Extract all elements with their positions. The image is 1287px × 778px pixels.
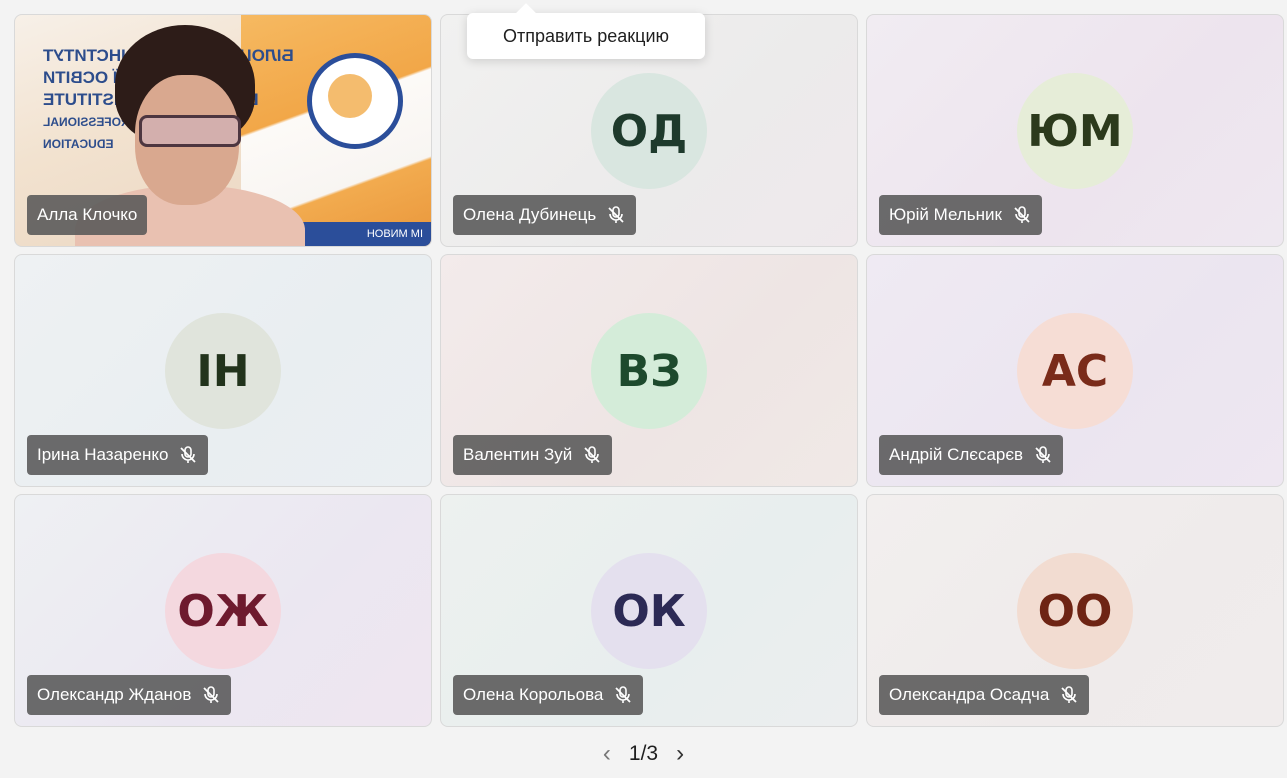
participant-name-tag: Олена Дубинець xyxy=(453,195,637,235)
participant-name: Олена Корольова xyxy=(463,685,604,704)
banner-bottom: НОВИМ МІ xyxy=(283,222,431,246)
participant-name: Олена Дубинець xyxy=(463,205,597,224)
avatar: ОО xyxy=(1017,553,1133,669)
mic-muted-icon xyxy=(1014,206,1030,223)
avatar: ІН xyxy=(165,313,281,429)
participant-tile[interactable]: АС Андрій Слєсарєв xyxy=(866,254,1284,487)
participant-tile[interactable]: ОЖ Олександр Жданов xyxy=(14,494,432,727)
mic-muted-icon xyxy=(1035,446,1051,463)
participant-tile[interactable]: ВЗ Валентин Зуй xyxy=(440,254,858,487)
avatar: ЮМ xyxy=(1017,73,1133,189)
participant-tile-video[interactable]: БІЛОЦЕРКІВСЬКИЙ ІНСТИТУТ НЕПЕРЕРВНОЇ ОСВ… xyxy=(14,14,432,247)
person-glasses xyxy=(139,115,241,147)
participant-name: Олександр Жданов xyxy=(37,685,192,704)
participant-name: Андрій Слєсарєв xyxy=(889,445,1024,464)
avatar: АС xyxy=(1017,313,1133,429)
participant-tile[interactable]: ОК Олена Корольова xyxy=(440,494,858,727)
participant-tile[interactable]: ОО Олександра Осадча xyxy=(866,494,1284,727)
participant-grid: БІЛОЦЕРКІВСЬКИЙ ІНСТИТУТ НЕПЕРЕРВНОЇ ОСВ… xyxy=(14,14,1284,727)
participant-name-tag: Юрій Мельник xyxy=(879,195,1042,235)
mic-muted-icon xyxy=(203,686,220,703)
participant-name-tag: Олександра Осадча xyxy=(879,675,1090,715)
avatar: ВЗ xyxy=(591,313,707,429)
send-reaction-tooltip: Отправить реакцию xyxy=(467,13,705,59)
participant-name-tag: Алла Клочко xyxy=(27,195,148,235)
participant-name-tag: Олександр Жданов xyxy=(27,675,232,715)
mic-muted-icon xyxy=(1061,686,1077,703)
avatar: ОД xyxy=(591,73,707,189)
participant-name-tag: Ірина Назаренко xyxy=(27,435,209,475)
mic-muted-icon xyxy=(608,206,624,223)
next-page-button[interactable]: › xyxy=(676,740,684,768)
avatar: ОЖ xyxy=(165,553,281,669)
participant-name-tag: Валентин Зуй xyxy=(453,435,613,475)
avatar: ОК xyxy=(591,553,707,669)
mic-muted-icon xyxy=(180,446,197,463)
participant-name: Алла Клочко xyxy=(37,205,138,224)
participant-name-tag: Андрій Слєсарєв xyxy=(879,435,1064,475)
participant-name-tag: Олена Корольова xyxy=(453,675,644,715)
participant-tile[interactable]: ЮМ Юрій Мельник xyxy=(866,14,1284,247)
prev-page-button[interactable]: ‹ xyxy=(603,740,611,768)
participant-name: Юрій Мельник xyxy=(889,205,1002,224)
participant-name: Валентин Зуй xyxy=(463,445,573,464)
participant-tile[interactable]: ІН Ірина Назаренко xyxy=(14,254,432,487)
participant-name: Ірина Назаренко xyxy=(37,445,169,464)
mic-muted-icon xyxy=(615,686,632,703)
mic-muted-icon xyxy=(584,446,600,463)
institute-logo xyxy=(307,53,403,149)
page-indicator: 1/3 xyxy=(628,742,659,765)
participant-name: Олександра Осадча xyxy=(889,685,1050,704)
pagination: ‹ 1/3 › xyxy=(0,740,1287,768)
